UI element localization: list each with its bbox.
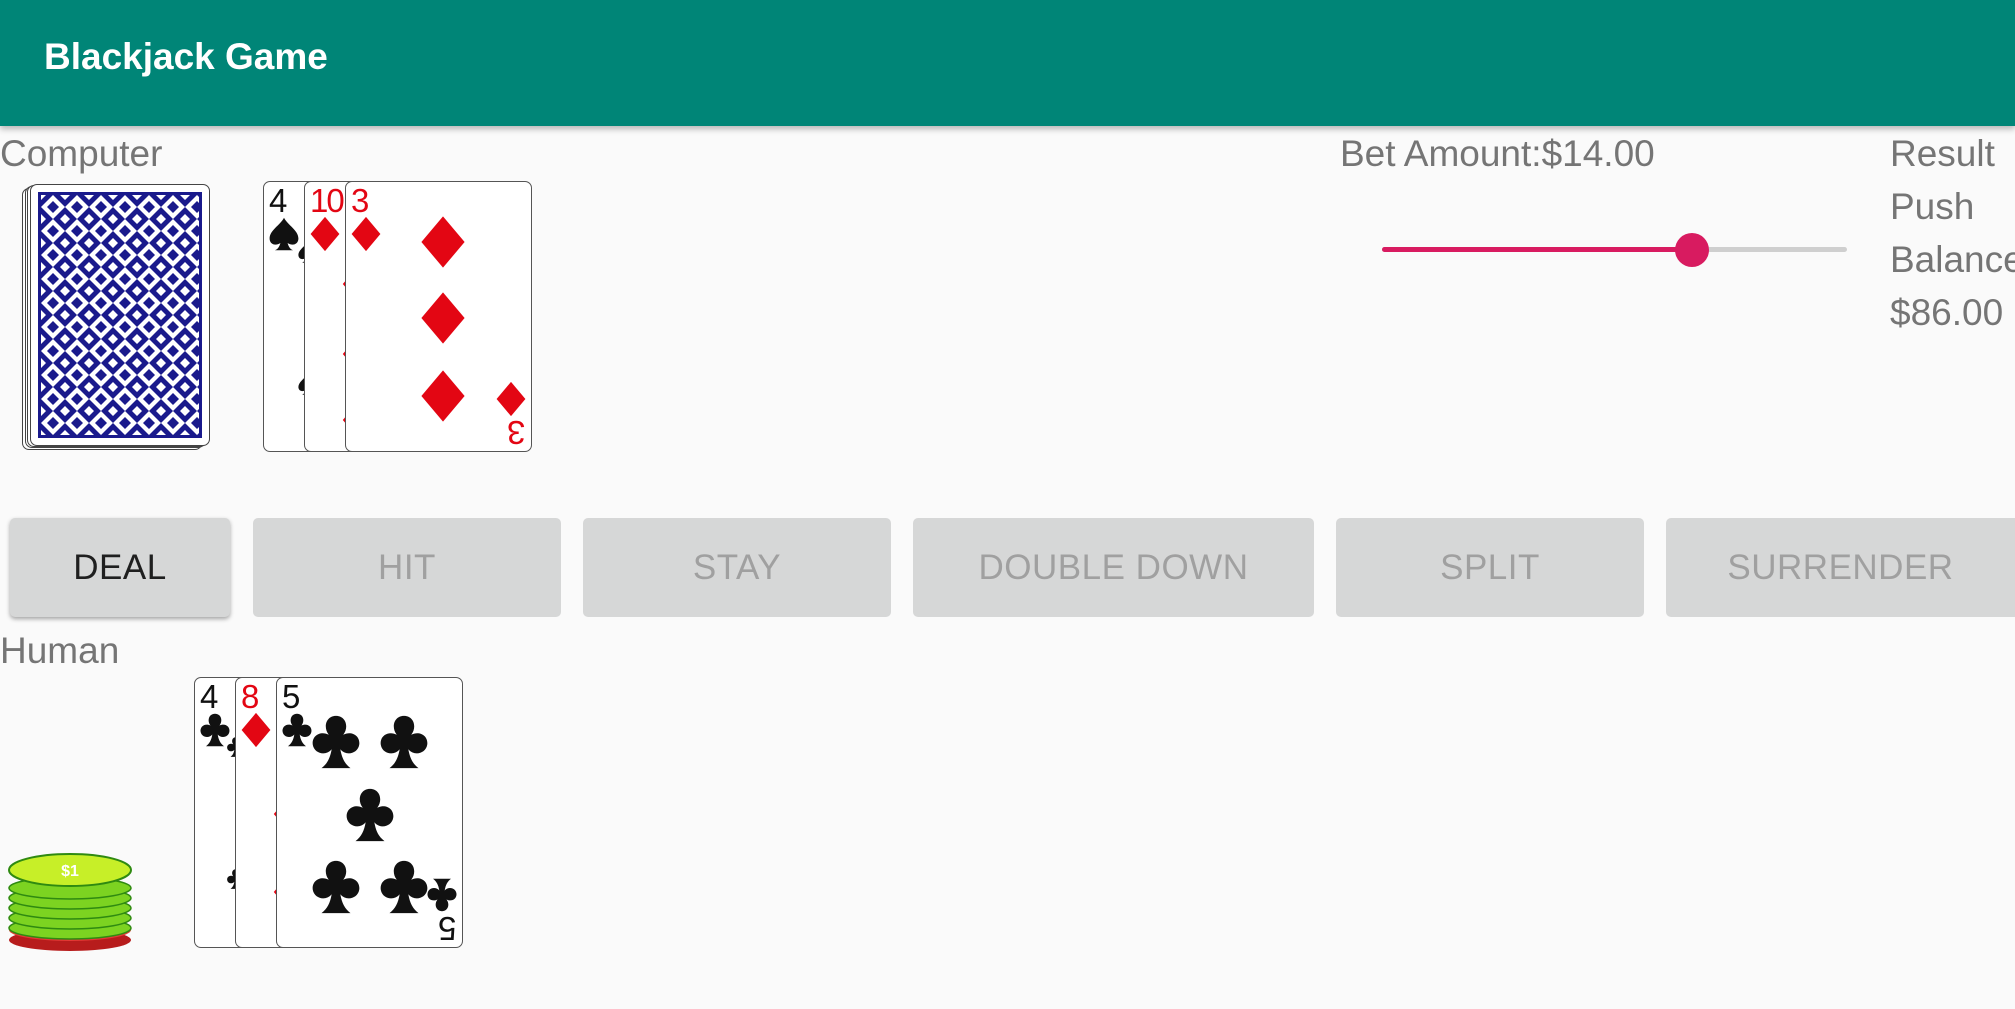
deal-button[interactable]: DEAL xyxy=(10,518,230,617)
card-back xyxy=(30,184,210,446)
bet-amount-label: Bet Amount:$14.00 xyxy=(1340,133,1655,174)
club-icon xyxy=(424,877,460,913)
split-button[interactable]: SPLIT xyxy=(1336,518,1644,617)
chip-stack[interactable]: $1 xyxy=(5,850,135,955)
double-down-button[interactable]: DOUBLE DOWN xyxy=(913,518,1314,617)
diamond-icon xyxy=(493,381,529,417)
card-deck[interactable] xyxy=(22,180,212,455)
chip-label: $1 xyxy=(61,863,79,880)
human-label: Human xyxy=(0,630,120,671)
balance-value: $86.00 xyxy=(1890,292,2004,333)
balance-label: Balance xyxy=(1890,239,2015,280)
human-card-3: 5 5 xyxy=(276,677,463,948)
app-bar: Blackjack Game xyxy=(0,0,2015,126)
slider-thumb[interactable] xyxy=(1675,233,1710,267)
result-value: Push xyxy=(1890,186,1975,227)
slider-fill xyxy=(1382,247,1693,252)
app-title: Blackjack Game xyxy=(44,36,328,77)
computer-card-3: 3 3 xyxy=(345,181,532,452)
bet-slider[interactable] xyxy=(1382,230,1847,270)
stay-button[interactable]: STAY xyxy=(583,518,891,617)
hit-button[interactable]: HIT xyxy=(253,518,561,617)
surrender-button[interactable]: SURRENDER xyxy=(1666,518,2015,617)
card-back-pattern xyxy=(38,192,202,438)
card-rank-bottom: 3 xyxy=(506,414,525,451)
card-rank-bottom: 5 xyxy=(437,910,456,947)
result-label: Result xyxy=(1890,133,1995,174)
computer-label: Computer xyxy=(0,133,163,174)
